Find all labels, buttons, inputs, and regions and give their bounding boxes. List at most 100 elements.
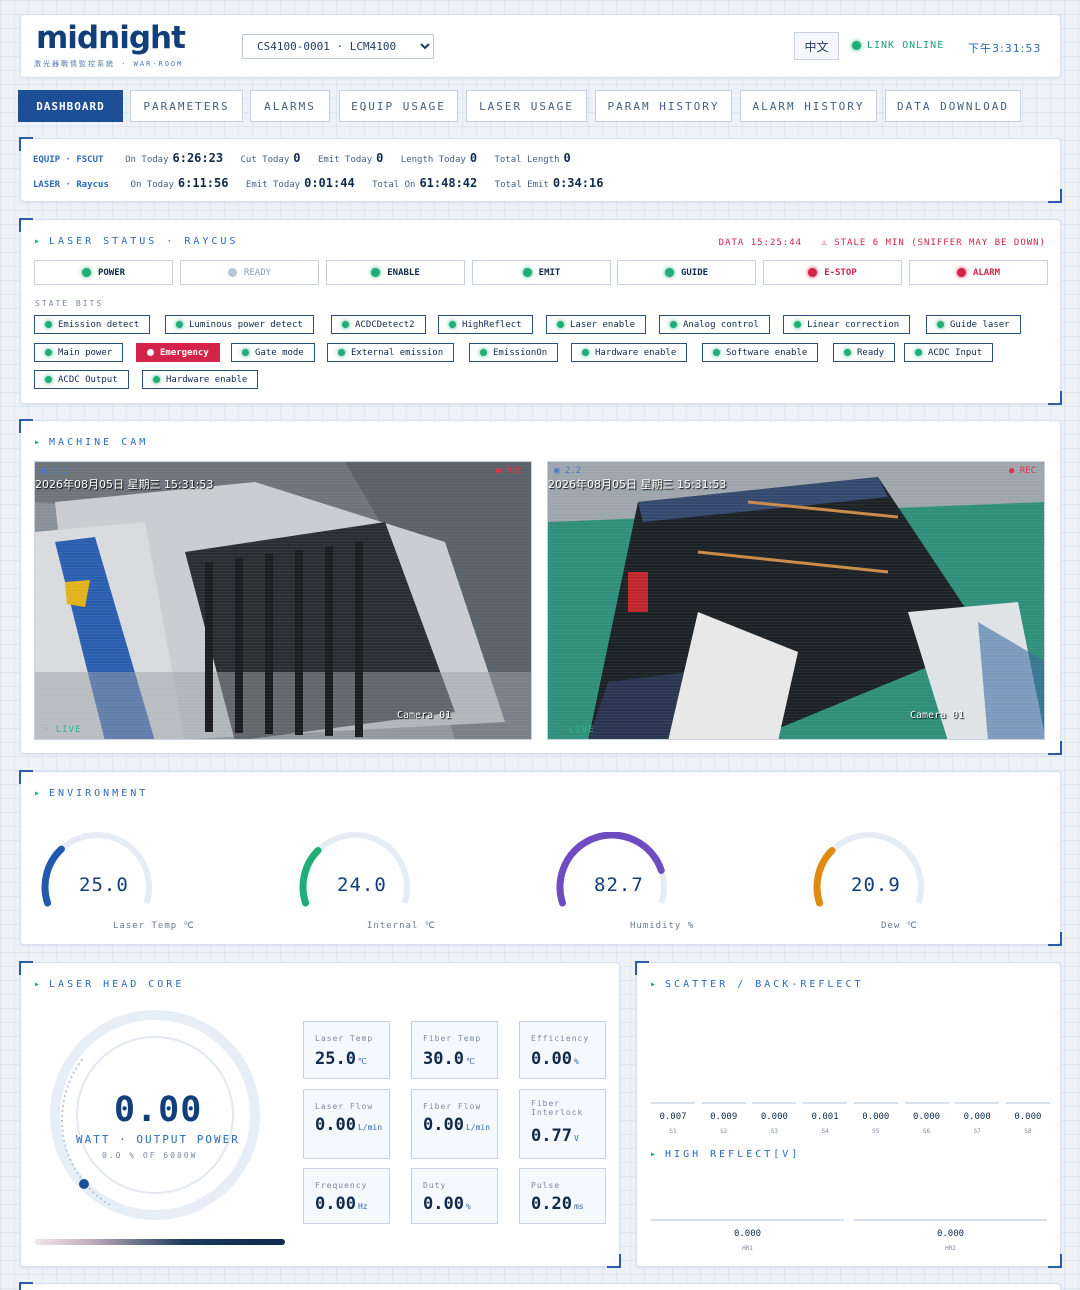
high-reflect-value: 0.000 bbox=[733, 1229, 762, 1239]
panel-corner bbox=[607, 1254, 621, 1268]
metric-value-row: 0.00 L/min bbox=[315, 1115, 382, 1135]
scatter-title-text: SCATTER / BACK-REFLECT bbox=[665, 979, 864, 990]
app-logo[interactable]: midnight bbox=[36, 20, 186, 56]
app-subtitle: 激光器戰情監控系統 · WAR-ROOM bbox=[34, 60, 184, 68]
metric-tile: Fiber Temp 30.0 ℃ bbox=[411, 1021, 498, 1079]
scatter-title: ▸ SCATTER / BACK-REFLECT bbox=[650, 979, 864, 990]
status-pill-label: EMIT bbox=[538, 267, 561, 278]
state-bit-label: Laser enable bbox=[570, 319, 636, 330]
laser-head-title-text: LASER HEAD CORE bbox=[49, 979, 185, 990]
equip-length-today-label: Length Today bbox=[400, 155, 466, 165]
output-power-label: WATT · OUTPUT POWER bbox=[76, 1133, 240, 1146]
scatter-channel: 0.000 S5 bbox=[853, 1102, 898, 1135]
tab-dashboard[interactable]: DASHBOARD bbox=[18, 90, 123, 122]
laser-emit-today-value: 0:01:44 bbox=[304, 176, 355, 190]
scatter-bar bbox=[853, 1102, 898, 1104]
gauge-fill bbox=[813, 846, 836, 907]
gauge-value: 20.9 bbox=[851, 874, 901, 896]
tab-parameters[interactable]: PARAMETERS bbox=[130, 90, 243, 122]
gauge-label: Laser Temp ℃ bbox=[113, 921, 195, 931]
power-gradient-bar bbox=[35, 1239, 285, 1245]
panel-corner bbox=[19, 1282, 33, 1290]
laser-on-today-label: On Today bbox=[130, 180, 174, 190]
metric-label: Fiber Interlock bbox=[531, 1099, 584, 1117]
metric-label: Fiber Temp bbox=[423, 1034, 482, 1043]
state-bit-dot-icon bbox=[147, 349, 154, 356]
camera-timestamp: 2026年08月05日 星期三 15:31:53 bbox=[35, 478, 214, 491]
scatter-bar bbox=[752, 1102, 797, 1104]
metric-label: Efficiency bbox=[531, 1034, 590, 1043]
high-reflect-title: ▸ HIGH REFLECT[V] bbox=[650, 1149, 801, 1160]
equip-total-length-label: Total Length bbox=[494, 155, 560, 165]
scatter-channel: 0.000 S7 bbox=[955, 1102, 1000, 1135]
language-button[interactable]: 中文 bbox=[794, 32, 839, 60]
state-bit-dot-icon bbox=[242, 349, 249, 356]
scanline-overlay bbox=[548, 462, 1044, 739]
scatter-bar bbox=[701, 1102, 746, 1104]
scatter-value: 0.007 bbox=[659, 1112, 687, 1122]
tab-alarms[interactable]: ALARMS bbox=[250, 90, 330, 122]
environment-panel: ▸ ENVIRONMENT 25.0 Laser Temp ℃ 24.0 Interna… bbox=[19, 770, 1062, 946]
status-pill-e-stop: E-STOP bbox=[763, 260, 902, 285]
camera-feed-1[interactable]: ▣ 2.1 2026年08月05日 星期三 15:31:53 ● REC Cam… bbox=[34, 461, 532, 740]
scatter-value: 0.000 bbox=[1014, 1112, 1042, 1122]
scatter-panel: ▸ SCATTER / BACK-REFLECT ▸ HIGH REFLECT[V]… bbox=[635, 961, 1062, 1268]
status-pill-label: ALARM bbox=[972, 267, 1001, 278]
laser-total-emit-value: 0:34:16 bbox=[552, 176, 604, 190]
metric-value: 0.00 bbox=[423, 1115, 464, 1135]
metric-label: Frequency bbox=[315, 1181, 368, 1190]
panel-corner bbox=[19, 961, 33, 975]
state-bit: Laser enable bbox=[546, 315, 647, 334]
metric-value: 0.00 bbox=[315, 1115, 356, 1135]
metric-value: 0.77 bbox=[531, 1126, 572, 1146]
state-bit-label: HighReflect bbox=[462, 319, 522, 330]
metric-tile: Laser Flow 0.00 L/min bbox=[303, 1089, 390, 1159]
laser-status-panel: ▸ LASER STATUS · RAYCUS DATA 15:25:44 ⚠ S… bbox=[19, 218, 1062, 405]
scatter-value: 0.001 bbox=[811, 1112, 839, 1122]
tab-equip-usage[interactable]: EQUIP USAGE bbox=[339, 90, 458, 122]
panel-corner bbox=[1048, 741, 1062, 755]
metric-tile: Frequency 0.00 Hz bbox=[303, 1168, 390, 1224]
warning-icon: ⚠ bbox=[821, 238, 828, 248]
gauge-label: Humidity % bbox=[630, 921, 695, 931]
metric-value: 30.0 bbox=[423, 1049, 464, 1069]
state-bit-label: EmissionOn bbox=[493, 347, 548, 358]
metric-value: 0.20 bbox=[531, 1194, 572, 1214]
metric-value: 0.00 bbox=[315, 1194, 356, 1214]
scatter-channel: 0.001 S4 bbox=[803, 1102, 848, 1135]
equip-emit-today-value: 0 bbox=[376, 151, 384, 165]
state-bit-label: Emission detect bbox=[58, 319, 140, 330]
status-pill-label: POWER bbox=[97, 267, 126, 278]
state-bit: Guide laser bbox=[926, 315, 1021, 334]
tab-param-history[interactable]: PARAM HISTORY bbox=[595, 90, 732, 122]
state-bit-dot-icon bbox=[45, 349, 52, 356]
panel-corner bbox=[1048, 1254, 1062, 1268]
tab-alarm-history[interactable]: ALARM HISTORY bbox=[740, 90, 877, 122]
link-status: LINK ONLINE bbox=[852, 40, 944, 51]
scatter-name: S8 bbox=[1024, 1128, 1032, 1135]
equip-on-today-value: 6:26:23 bbox=[172, 151, 224, 165]
panel-corner bbox=[19, 218, 33, 232]
metric-value-row: 25.0 ℃ bbox=[315, 1049, 367, 1069]
state-bit-label: Hardware enable bbox=[166, 374, 248, 385]
state-bit-dot-icon bbox=[557, 321, 564, 328]
data-stale-warning: DATA 15:25:44 ⚠ STALE 6 MIN (SNIFFER MAY… bbox=[719, 238, 1046, 248]
environment-title-text: ENVIRONMENT bbox=[49, 788, 149, 799]
equip-on-today-label: On Today bbox=[125, 155, 169, 165]
gauge-label: Internal ℃ bbox=[367, 921, 436, 931]
state-bit-dot-icon bbox=[480, 349, 487, 356]
status-pill-label: ENABLE bbox=[387, 267, 420, 278]
scatter-name: S1 bbox=[669, 1128, 677, 1135]
environment-title: ▸ ENVIRONMENT bbox=[34, 788, 149, 799]
metric-tile: Fiber Interlock 0.77 V bbox=[519, 1089, 606, 1159]
high-reflect-bar bbox=[854, 1219, 1047, 1221]
metric-label: Fiber Flow bbox=[423, 1102, 482, 1111]
scatter-channel: 0.009 S2 bbox=[701, 1102, 746, 1135]
gauge: 25.0 bbox=[39, 832, 169, 932]
device-select[interactable]: CS4100-0001 · LCM4100 bbox=[242, 34, 434, 59]
camera-feed-2[interactable]: ▣ 2.2 2026年08月05日 星期三 15:31:53 ● REC Cam… bbox=[547, 461, 1045, 740]
tab-laser-usage[interactable]: LASER USAGE bbox=[466, 90, 587, 122]
laser-total-on-value: 61:48:42 bbox=[419, 176, 478, 190]
tab-data-download[interactable]: DATA DOWNLOAD bbox=[885, 90, 1021, 122]
state-bit-dot-icon bbox=[713, 349, 720, 356]
